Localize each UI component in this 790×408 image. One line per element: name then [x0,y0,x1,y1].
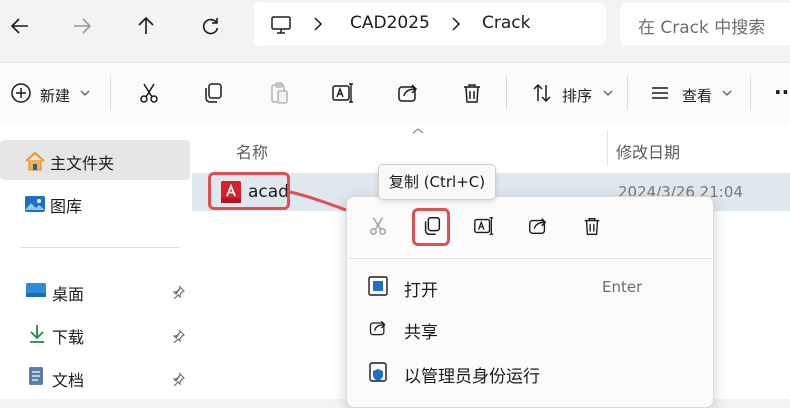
chevron-down-icon [78,86,92,100]
up-icon[interactable] [132,12,160,40]
forward-icon[interactable] [68,12,96,40]
back-icon[interactable] [6,12,34,40]
breadcrumb-cad2025[interactable]: CAD2025 [350,13,430,33]
cut-icon[interactable] [366,214,390,238]
sidebar-divider [20,247,180,248]
delete-icon[interactable] [457,78,487,108]
view-icon[interactable] [645,78,675,108]
toolbar-divider [110,76,111,110]
pin-icon[interactable] [168,369,188,389]
sidebar-item-label: 图库 [50,197,83,216]
rename-icon[interactable] [472,214,496,238]
address-bar[interactable] [254,3,606,45]
open-icon [366,274,390,298]
shield-icon [366,360,390,384]
menu-item-label: 打开 [404,281,438,301]
pin-icon[interactable] [168,326,188,346]
sidebar-item-label: 文档 [52,371,85,390]
rename-icon[interactable] [328,78,358,108]
new-icon[interactable] [6,78,36,108]
view-button-label[interactable]: 查看 [682,85,712,106]
sidebar-item-label: 下载 [52,328,85,347]
menu-item-label: 共享 [404,323,438,343]
download-icon [26,322,48,344]
copy-icon[interactable] [198,78,228,108]
column-header-date[interactable]: 修改日期 [616,139,680,163]
breadcrumb-crack[interactable]: Crack [482,13,530,33]
cut-icon[interactable] [134,78,164,108]
desktop-icon [24,280,48,300]
chevron-down-icon [720,86,734,100]
chevron-right-icon [448,15,464,33]
toolbar-divider [627,76,628,110]
tooltip-copy: 复制 (Ctrl+C) [378,164,496,200]
paste-icon[interactable] [264,78,294,108]
menu-item-label: 以管理员身份运行 [404,367,540,387]
pin-icon[interactable] [168,282,188,302]
gallery-icon [24,193,46,215]
search-placeholder: 在 Crack 中搜索 [638,18,766,38]
sort-icon[interactable] [527,78,557,108]
delete-icon[interactable] [580,214,604,238]
sidebar-item-label: 主文件夹 [50,154,115,173]
documents-icon [26,365,46,387]
menu-divider [346,258,712,259]
more-options-icon[interactable]: ·· [774,80,789,104]
share-icon [366,316,390,340]
share-icon[interactable] [526,214,550,238]
chevron-right-icon [310,15,326,33]
sidebar-item-label: 桌面 [52,285,85,304]
chevron-down-icon [601,86,615,100]
share-icon[interactable] [393,78,423,108]
menu-item-shortcut: Enter [602,278,643,296]
toolbar-divider [750,76,751,110]
refresh-icon[interactable] [196,12,224,40]
highlight-box-copy [412,208,450,246]
new-button-label[interactable]: 新建 [40,85,70,106]
home-icon [24,150,46,172]
column-divider[interactable] [607,130,608,166]
highlight-box-file [208,172,290,210]
sort-ascending-icon [410,126,426,136]
computer-icon [268,12,294,38]
toolbar-divider [506,76,507,110]
sort-button-label[interactable]: 排序 [562,85,592,106]
column-header-name[interactable]: 名称 [236,139,268,163]
